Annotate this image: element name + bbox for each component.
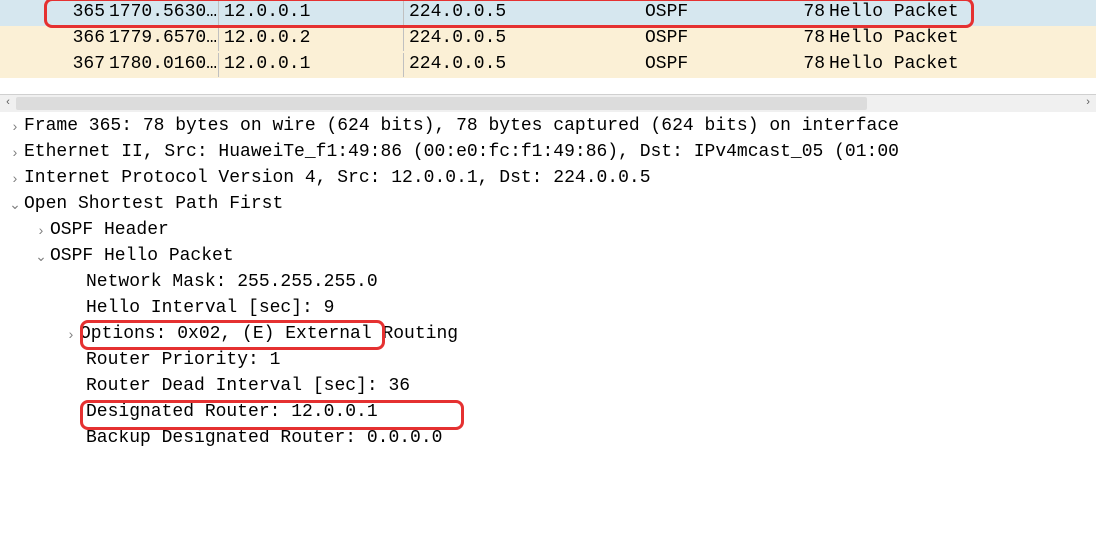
chevron-down-icon: ⌄ [6,195,24,215]
tree-label: Router Dead Interval [sec]: 36 [86,374,410,399]
tree-ospf-header[interactable]: › OSPF Header [0,218,1096,244]
col-info: Hello Packet [825,0,1096,25]
tree-label: OSPF Hello Packet [50,244,234,269]
chevron-right-icon: › [62,325,80,345]
tree-ospf-hello[interactable]: ⌄ OSPF Hello Packet [0,244,1096,270]
col-length: 78 [775,52,825,77]
chevron-right-icon: › [6,143,24,163]
col-protocol: OSPF [645,26,775,51]
col-destination: 224.0.0.5 [405,52,645,77]
tree-label: Frame 365: 78 bytes on wire (624 bits), … [24,114,899,139]
tree-network-mask[interactable]: Network Mask: 255.255.255.0 [0,270,1096,296]
packet-row[interactable]: 367 1780.0160… 12.0.0.1 224.0.0.5 OSPF 7… [0,52,1096,78]
tree-label: Backup Designated Router: 0.0.0.0 [86,426,442,451]
col-protocol: OSPF [645,52,775,77]
tree-label: Hello Interval [sec]: 9 [86,296,334,321]
col-info: Hello Packet [825,26,1096,51]
col-no: 366 [0,26,105,51]
tree-frame[interactable]: › Frame 365: 78 bytes on wire (624 bits)… [0,114,1096,140]
scroll-track[interactable] [16,95,1080,112]
col-length: 78 [775,26,825,51]
col-source: 12.0.0.1 [220,0,405,25]
tree-label: Designated Router: 12.0.0.1 [86,400,378,425]
chevron-right-icon: › [6,117,24,137]
col-destination: 224.0.0.5 [405,26,645,51]
col-info: Hello Packet [825,52,1096,77]
tree-label: Router Priority: 1 [86,348,280,373]
tree-hello-interval[interactable]: Hello Interval [sec]: 9 [0,296,1096,322]
tree-ip[interactable]: › Internet Protocol Version 4, Src: 12.0… [0,166,1096,192]
chevron-down-icon: ⌄ [32,247,50,267]
col-no: 367 [0,52,105,77]
col-length: 78 [775,0,825,25]
tree-label: Ethernet II, Src: HuaweiTe_f1:49:86 (00:… [24,140,899,165]
chevron-right-icon: › [6,169,24,189]
col-no: 365 [0,0,105,25]
col-source: 12.0.0.2 [220,26,405,51]
scroll-thumb[interactable] [16,97,867,110]
scroll-right-icon[interactable]: › [1080,95,1096,112]
col-destination: 224.0.0.5 [405,0,645,25]
tree-label: Internet Protocol Version 4, Src: 12.0.0… [24,166,651,191]
packet-details: › Frame 365: 78 bytes on wire (624 bits)… [0,112,1096,452]
tree-label: Open Shortest Path First [24,192,283,217]
col-time: 1779.6570… [105,26,220,51]
tree-ethernet[interactable]: › Ethernet II, Src: HuaweiTe_f1:49:86 (0… [0,140,1096,166]
packet-list-gap [0,78,1096,94]
col-time: 1780.0160… [105,52,220,77]
tree-backup-designated-router[interactable]: Backup Designated Router: 0.0.0.0 [0,426,1096,452]
horizontal-scrollbar[interactable]: ‹ › [0,94,1096,112]
packet-list: 365 1770.5630… 12.0.0.1 224.0.0.5 OSPF 7… [0,0,1096,94]
tree-designated-router[interactable]: Designated Router: 12.0.0.1 [0,400,1096,426]
tree-label: Options: 0x02, (E) External Routing [80,322,458,347]
col-protocol: OSPF [645,0,775,25]
tree-dead-interval[interactable]: Router Dead Interval [sec]: 36 [0,374,1096,400]
tree-ospf[interactable]: ⌄ Open Shortest Path First [0,192,1096,218]
col-source: 12.0.0.1 [220,52,405,77]
tree-label: OSPF Header [50,218,169,243]
tree-options[interactable]: › Options: 0x02, (E) External Routing [0,322,1096,348]
packet-row[interactable]: 366 1779.6570… 12.0.0.2 224.0.0.5 OSPF 7… [0,26,1096,52]
tree-label: Network Mask: 255.255.255.0 [86,270,378,295]
col-time: 1770.5630… [105,0,220,25]
packet-row[interactable]: 365 1770.5630… 12.0.0.1 224.0.0.5 OSPF 7… [0,0,1096,26]
tree-router-priority[interactable]: Router Priority: 1 [0,348,1096,374]
scroll-left-icon[interactable]: ‹ [0,95,16,112]
chevron-right-icon: › [32,221,50,241]
